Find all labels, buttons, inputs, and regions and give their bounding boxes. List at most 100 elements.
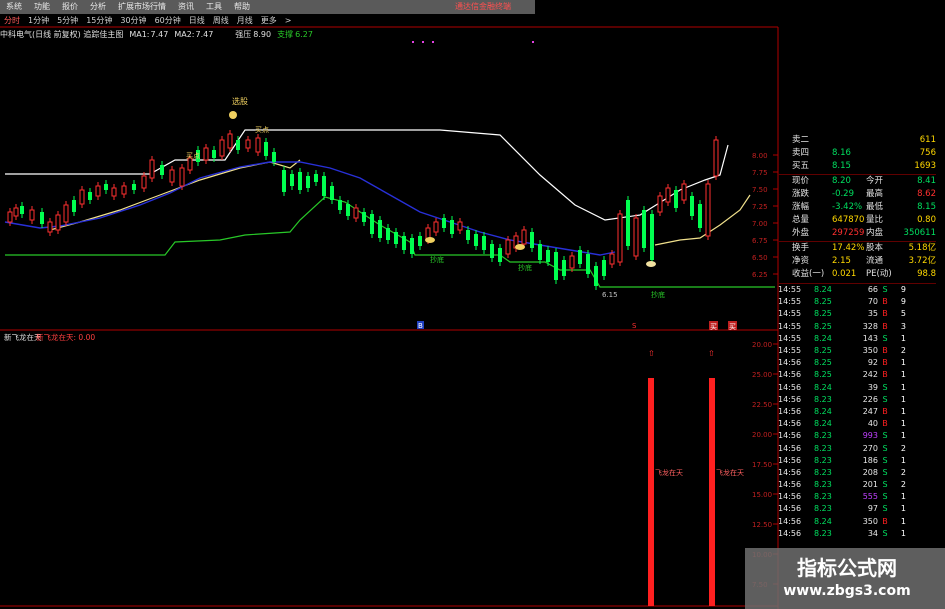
tick-count: 5: [900, 309, 906, 319]
tick-time: 14:56: [778, 394, 802, 404]
quote-label2: [866, 160, 896, 173]
tick-price: 8.24: [814, 382, 832, 392]
quote-row: 买五 8.15 1693: [778, 160, 936, 173]
tick-side: S: [882, 333, 888, 343]
candle-body: [474, 234, 478, 246]
tick-time: 14:55: [778, 321, 802, 331]
tick-volume: 34: [867, 528, 878, 538]
tick-side: S: [882, 431, 888, 441]
tick-time: 14:56: [778, 406, 802, 416]
tick-price: 8.23: [814, 431, 832, 441]
candle-body: [346, 204, 350, 216]
tick-count: 3: [900, 321, 906, 331]
tick-price: 8.23: [814, 394, 832, 404]
tick-side: S: [882, 394, 888, 404]
tick-volume: 143: [862, 333, 878, 343]
tick-count: 1: [900, 382, 906, 392]
tick-side: S: [882, 382, 888, 392]
tick-list[interactable]: 14:55 8.24 66 S 9 14:55 8.25 70 B 9 14:55 8.25 35 B 5 1…: [778, 283, 936, 540]
candle-body: [203, 147, 209, 161]
candle-body: [698, 204, 702, 228]
tick-side: S: [882, 480, 888, 490]
tick-side: B: [882, 516, 888, 526]
tick-side: B: [882, 406, 888, 416]
tick-side: S: [882, 443, 888, 453]
tick-count: 2: [900, 443, 906, 453]
tick-time: 14:55: [778, 285, 802, 295]
quote-row: 净资 2.15 流通 3.72亿: [778, 255, 936, 268]
tick-count: 1: [900, 358, 906, 368]
quote-value2: 611: [919, 135, 936, 145]
bottom-label-right: 抄底: [651, 290, 665, 299]
tick-row: 14:56 8.23 993 S 1: [778, 430, 936, 442]
candle-body: [40, 212, 44, 224]
tick-volume: 270: [862, 443, 878, 453]
candle-body: [674, 190, 678, 208]
tick-price: 8.25: [814, 309, 832, 319]
tick-time: 14:56: [778, 467, 802, 477]
quote-value: 297259: [832, 228, 865, 239]
tick-side: S: [882, 467, 888, 477]
candle-body: [264, 142, 268, 156]
quote-label: 卖四: [792, 148, 810, 159]
tick-time: 14:56: [778, 382, 802, 392]
tick-volume: 40: [867, 419, 878, 429]
candle-body: [169, 169, 175, 183]
price-scale-label: 6.50: [752, 254, 768, 262]
tick-price: 8.24: [814, 406, 832, 416]
tick-volume: 186: [862, 455, 878, 465]
arrow-up-icon: ⇧: [648, 349, 655, 358]
tick-row: 14:56 8.24 350 B 1: [778, 516, 936, 528]
candle-body: [219, 139, 225, 157]
candle-body: [657, 195, 663, 213]
quote-label2: 今开: [866, 175, 884, 186]
candle-body: [104, 184, 108, 190]
tick-count: 1: [900, 516, 906, 526]
buy-label-1: 买点: [186, 152, 200, 160]
quote-label2: 股本: [866, 242, 884, 253]
candle-body: [665, 187, 671, 203]
low-price-label: 6.15: [602, 291, 618, 299]
tick-time: 14:56: [778, 431, 802, 441]
watermark-title: 指标公式网: [797, 556, 897, 580]
tick-row: 14:55 8.24 143 S 1: [778, 333, 936, 345]
signal-bar-label-1: 飞龙在天: [655, 468, 683, 477]
tick-side: B: [882, 346, 888, 355]
candle-body: [490, 244, 494, 258]
quote-row: 换手 17.42% 股本 5.18亿: [778, 240, 936, 255]
quote-label: 卖二: [792, 135, 810, 145]
candle-body: [20, 206, 24, 214]
quote-label: 总量: [792, 215, 810, 226]
candle-body: [121, 185, 127, 195]
candle-body: [245, 139, 251, 149]
tick-row: 14:56 8.23 201 S 2: [778, 479, 936, 491]
tick-side: B: [882, 358, 888, 368]
candle-body: [457, 221, 463, 231]
quote-rows: 卖二 611 卖四 8.16 756 买五 8.15 1693 现价 8.20 …: [778, 134, 936, 281]
tick-side: S: [882, 285, 888, 295]
quote-value: 647870: [832, 215, 865, 226]
tick-row: 14:56 8.23 186 S 1: [778, 455, 936, 467]
tick-time: 14:56: [778, 504, 802, 514]
candle-body: [433, 221, 439, 233]
tick-count: 1: [900, 370, 906, 380]
candle-body: [681, 183, 687, 201]
candle-body: [569, 255, 575, 269]
tick-row: 14:56 8.24 40 B 1: [778, 418, 936, 430]
candle-body: [330, 186, 334, 200]
quote-row: 涨跌 -0.29 最高 8.62: [778, 188, 936, 201]
price-scale-label: 8.00: [752, 152, 768, 160]
candle-body: [386, 228, 390, 240]
tick-price: 8.23: [814, 528, 832, 538]
price-scale-label: 20.00: [752, 341, 772, 349]
hand-icon: [425, 237, 435, 243]
candle-body: [546, 250, 550, 262]
tick-count: 1: [900, 431, 906, 441]
price-scale-label: 17.50: [752, 461, 772, 469]
candle-body: [338, 200, 342, 210]
candle-body: [705, 183, 711, 237]
candle-body: [141, 175, 147, 189]
tick-row: 14:55 8.25 70 B 9: [778, 296, 936, 308]
candle-body: [690, 196, 694, 216]
candle-body: [450, 220, 454, 234]
